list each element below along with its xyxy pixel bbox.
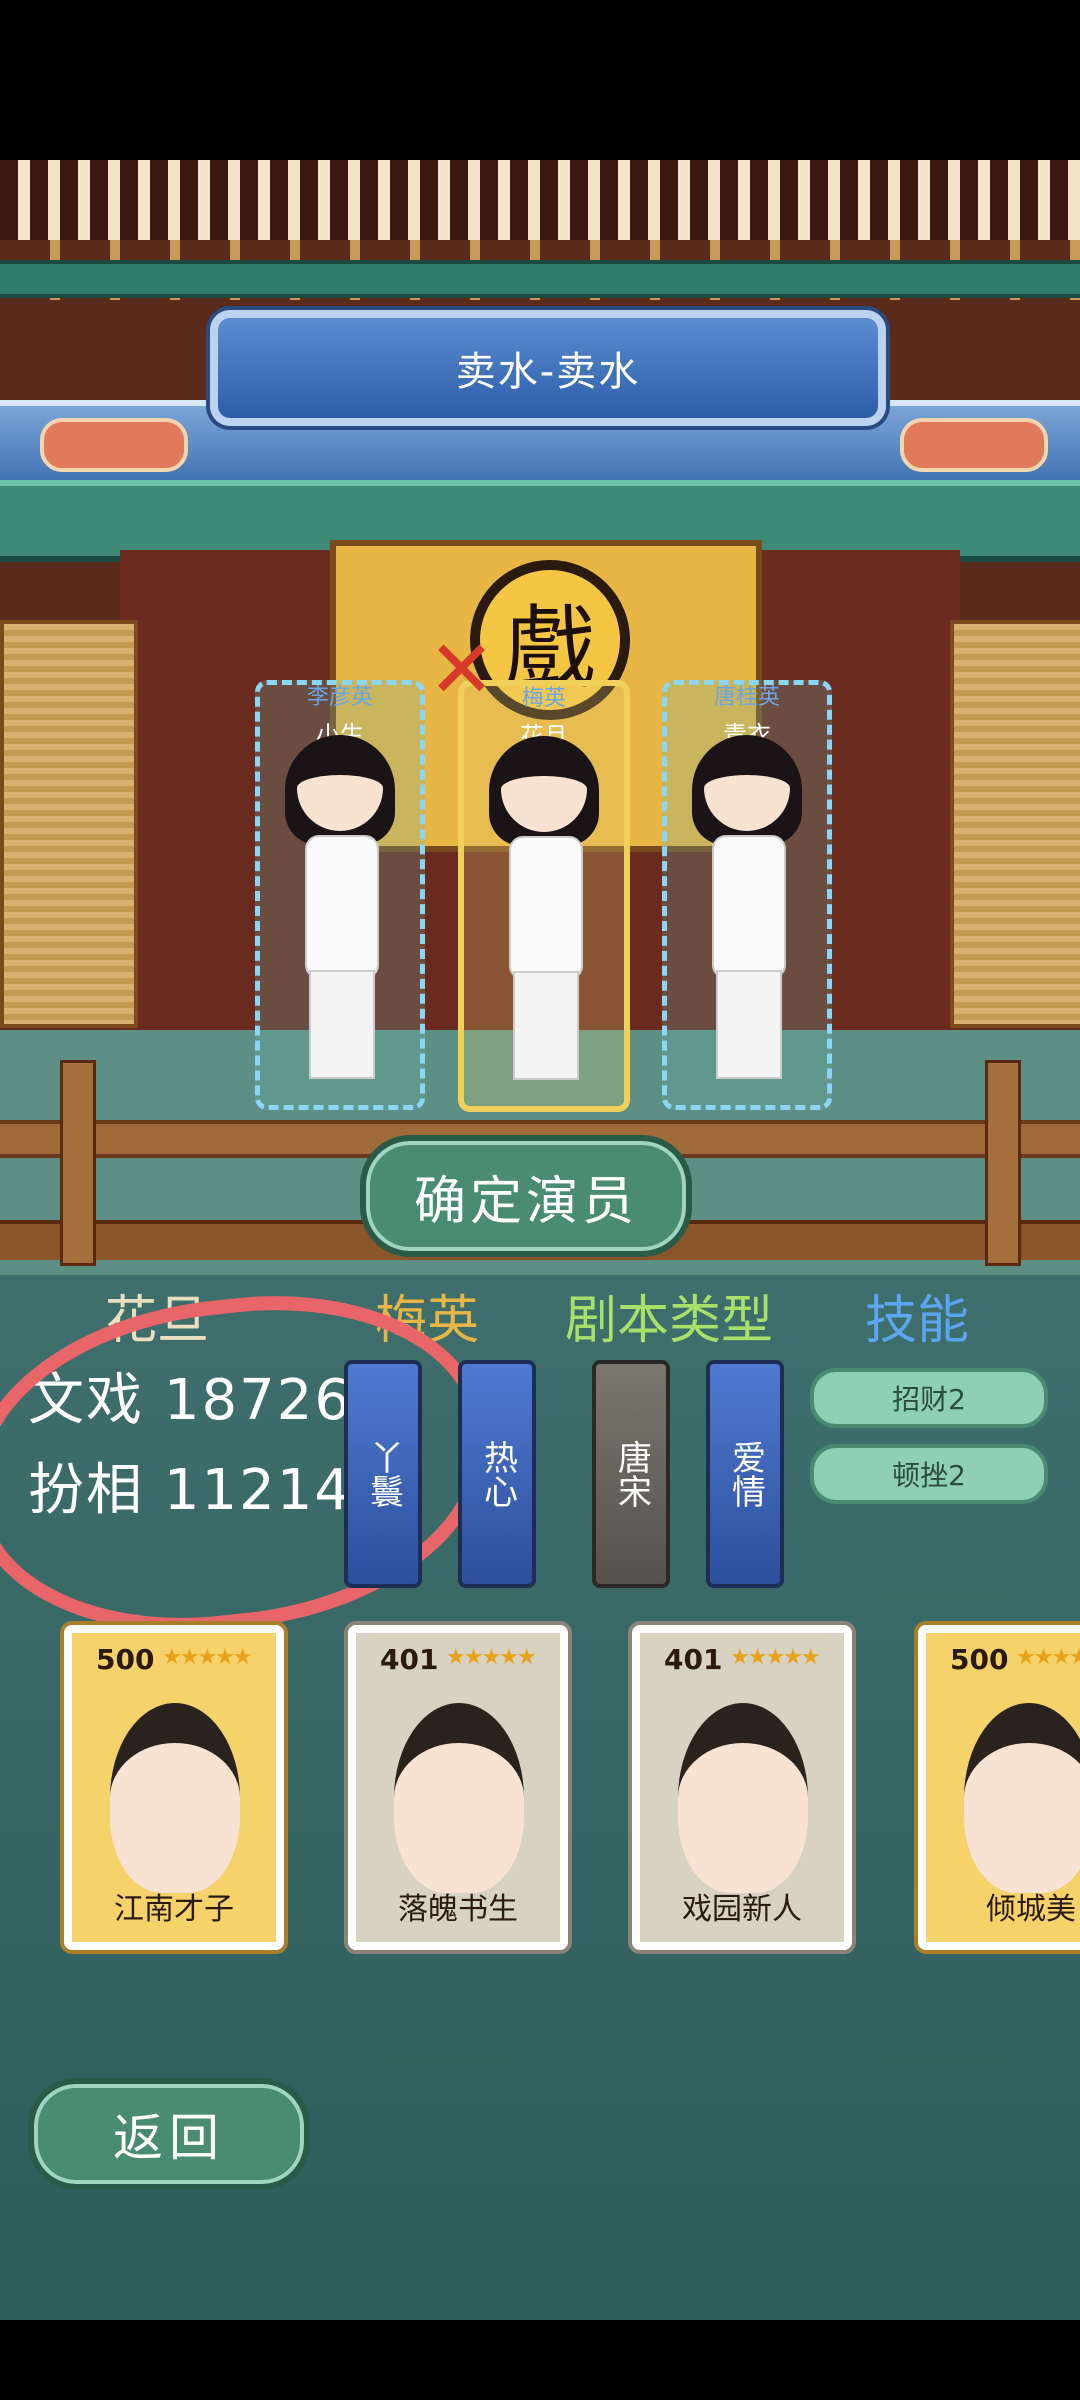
card-name: 江南才子 — [114, 1892, 234, 1927]
actor-name: 李彦英 — [306, 685, 373, 710]
upper-railing — [0, 260, 1080, 298]
card-portrait — [110, 1703, 240, 1893]
back-button[interactable]: 返回 — [28, 2078, 310, 2190]
card-level: 401 — [380, 1643, 439, 1676]
actor-card[interactable]: 500 ★★★★★ 倾城美 — [918, 1625, 1080, 1950]
card-name: 落魄书生 — [398, 1892, 518, 1927]
star-rating-icon: ★★★★★ — [162, 1645, 253, 1670]
stage-scene: 卖水-卖水 戲 李彦英 小生 梅英 花旦 唐桂英 青衣 ✕ — [0, 160, 1080, 1275]
actor-card[interactable]: 401 ★★★★★ 戏园新人 — [632, 1625, 852, 1950]
card-portrait — [678, 1703, 808, 1893]
script-tag: 唐宋 — [592, 1360, 670, 1588]
actor-card[interactable]: 500 ★★★★★ 江南才子 — [64, 1625, 284, 1950]
star-rating-icon: ★★★★★ — [446, 1645, 537, 1670]
play-title: 卖水-卖水 — [455, 349, 641, 395]
script-tag: 爱情 — [706, 1360, 784, 1588]
skill-badge[interactable]: 招财2 — [810, 1368, 1048, 1428]
cloud-ornament — [900, 418, 1048, 472]
skill-badge[interactable]: 顿挫2 — [810, 1444, 1048, 1504]
card-level: 401 — [664, 1643, 723, 1676]
actor-figure — [489, 736, 599, 1086]
actor-card[interactable]: 401 ★★★★★ 落魄书生 — [348, 1625, 568, 1950]
actor-figure — [692, 735, 802, 1085]
tag-text: 爱情 — [725, 1440, 766, 1508]
tag-text: 唐宋 — [611, 1440, 652, 1508]
play-title-banner: 卖水-卖水 — [210, 310, 886, 426]
actor-name: 唐桂英 — [713, 685, 780, 710]
actor-slot-2[interactable]: 梅英 花旦 — [458, 680, 630, 1112]
card-portrait — [394, 1703, 524, 1893]
remove-actor-icon[interactable]: ✕ — [428, 630, 495, 710]
confirm-actors-button[interactable]: 确定演员 — [360, 1135, 692, 1257]
cloud-ornament — [40, 418, 188, 472]
card-portrait — [964, 1703, 1080, 1893]
actor-slot-1[interactable]: 李彦英 小生 — [255, 680, 425, 1110]
card-name: 戏园新人 — [682, 1892, 802, 1927]
actor-slot-3[interactable]: 唐桂英 青衣 — [662, 680, 832, 1110]
bamboo-blind-left — [0, 620, 138, 1028]
actor-tag: 热心 — [458, 1360, 536, 1588]
actor-figure — [285, 735, 395, 1085]
card-name: 倾城美 — [986, 1892, 1076, 1927]
card-level: 500 — [96, 1643, 155, 1676]
tag-text: 热心 — [477, 1440, 518, 1508]
star-rating-icon: ★★★★★ — [730, 1645, 821, 1670]
card-level: 500 — [950, 1643, 1009, 1676]
bamboo-blind-right — [950, 620, 1080, 1028]
tag-text: 丫鬟 — [363, 1440, 404, 1508]
star-rating-icon: ★★★★★ — [1016, 1645, 1080, 1670]
skills-header: 技能 — [865, 1291, 970, 1351]
top-lattice — [0, 160, 1080, 240]
script-type-header: 剧本类型 — [565, 1291, 774, 1351]
actor-tag: 丫鬟 — [344, 1360, 422, 1588]
fence-post — [60, 1060, 96, 1266]
fence-post — [985, 1060, 1021, 1266]
